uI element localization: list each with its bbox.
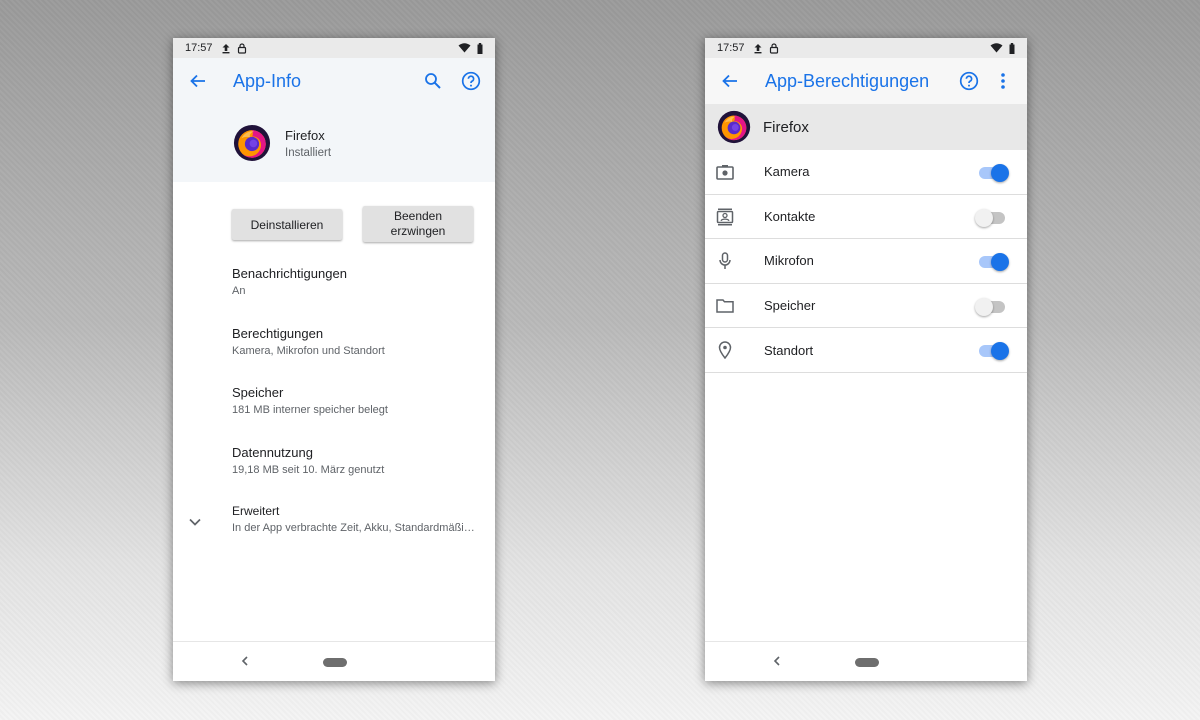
uninstall-button[interactable]: Deinstallieren [232,209,342,240]
permission-label: Speicher [764,298,816,314]
app-info-screen: 17:57 App-Info Firefox Installiert Deins… [173,38,495,681]
nav-home-pill[interactable] [855,658,879,667]
wifi-icon [990,43,1003,53]
list-item-data-usage[interactable]: Datennutzung 19,18 MB seit 10. März genu… [232,445,495,505]
list-item-title: Berechtigungen [232,325,324,341]
action-buttons: Deinstallieren Beenden erzwingen [173,182,495,266]
permission-label: Kamera [764,164,810,180]
navigation-bar [705,641,1027,681]
location-icon [716,341,734,360]
force-stop-button[interactable]: Beenden erzwingen [363,206,473,242]
navigation-bar [173,641,495,681]
list-item-subtitle: 19,18 MB seit 10. März genutzt [232,463,385,476]
list-item-title: Datennutzung [232,444,313,460]
more-vert-icon[interactable] [991,69,1015,93]
list-item-notifications[interactable]: Benachrichtigungen An [232,266,495,326]
status-time: 17:57 [185,42,213,54]
help-icon[interactable] [459,69,483,93]
app-name: Firefox [763,118,809,136]
firefox-logo [233,124,271,162]
upload-icon [221,43,231,54]
back-arrow-icon[interactable] [187,70,209,92]
status-bar: 17:57 [705,38,1027,58]
toggle-switch[interactable] [977,253,1011,272]
app-row: Firefox [705,104,1027,150]
toggle-switch[interactable] [975,297,1011,316]
list-item-subtitle: In der App verbrachte Zeit, Akku, Standa… [232,522,475,534]
chevron-down-icon [188,514,202,532]
status-time: 17:57 [717,42,745,54]
page-title: App-Berechtigungen [765,70,930,91]
lock-icon [769,42,779,54]
search-icon[interactable] [421,69,445,93]
list-item-subtitle: 181 MB interner speicher belegt [232,404,388,416]
list-item-permissions[interactable]: Berechtigungen Kamera, Mikrofon und Stan… [232,326,495,386]
microphone-icon [716,252,734,270]
app-install-state: Installiert [285,146,332,159]
nav-back-icon[interactable] [238,654,252,668]
permission-row-microphone[interactable]: Mikrofon [705,239,1027,284]
permission-label: Standort [764,342,814,358]
page-title: App-Info [233,70,302,91]
list-item-storage[interactable]: Speicher 181 MB interner speicher belegt [232,385,495,445]
list-item-title: Speicher [232,385,284,400]
list-item-subtitle: Kamera, Mikrofon und Standort [232,344,385,357]
app-permissions-screen: 17:57 App-Berechtigungen Firefox Kamera … [705,38,1027,681]
battery-icon [477,42,483,54]
toggle-switch[interactable] [977,342,1011,361]
help-icon[interactable] [957,69,981,93]
permission-list: Kamera Kontakte Mikrofon Speicher Stando… [705,150,1027,373]
back-arrow-icon[interactable] [719,70,741,92]
folder-icon [716,297,734,315]
list-item-advanced[interactable]: Erweitert In der App verbrachte Zeit, Ak… [189,504,495,564]
permission-row-location[interactable]: Standort [705,328,1027,373]
camera-icon [716,163,734,181]
status-bar: 17:57 [173,38,495,58]
list-item-title: Erweitert [232,504,280,518]
settings-list: Benachrichtigungen An Berechtigungen Kam… [173,266,495,564]
app-bar: App-Info [173,58,495,104]
app-bar: App-Berechtigungen [705,58,1027,104]
toggle-switch[interactable] [977,164,1011,182]
permission-row-storage[interactable]: Speicher [705,284,1027,329]
list-item-title: Benachrichtigungen [232,266,347,281]
permission-label: Kontakte [764,208,816,224]
contacts-icon [716,208,734,226]
permission-row-contacts[interactable]: Kontakte [705,195,1027,240]
wifi-icon [458,43,471,53]
app-header: Firefox Installiert [173,104,495,182]
toggle-switch[interactable] [975,208,1011,227]
nav-home-pill[interactable] [323,658,347,667]
app-name: Firefox [285,127,325,143]
nav-back-icon[interactable] [770,654,784,668]
permission-row-camera[interactable]: Kamera [705,150,1027,195]
firefox-logo [717,110,751,144]
battery-icon [1009,42,1015,54]
permission-label: Mikrofon [764,253,814,269]
list-item-subtitle: An [232,285,246,297]
upload-icon [753,43,763,54]
lock-icon [237,42,247,54]
